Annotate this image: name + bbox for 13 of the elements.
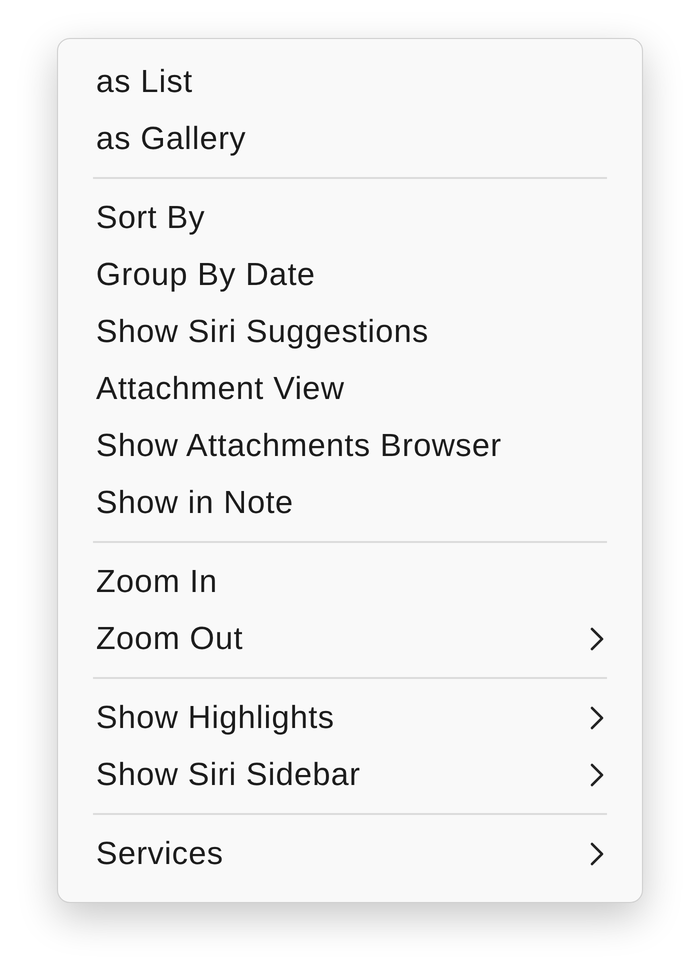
menu-item[interactable]: Group By Date bbox=[96, 246, 606, 303]
menu-item[interactable]: Show Attachments Browser bbox=[96, 417, 606, 474]
menu-item[interactable]: Show Siri Suggestions bbox=[96, 303, 606, 360]
menu-item[interactable]: Attachment View bbox=[96, 360, 606, 417]
menu-item[interactable]: as List bbox=[96, 53, 606, 110]
menu-item[interactable]: Sort By bbox=[96, 189, 606, 246]
menu-item[interactable]: Show in Note bbox=[96, 474, 606, 531]
menu-item[interactable]: Zoom Out bbox=[96, 610, 606, 667]
menu-item[interactable]: Zoom In bbox=[96, 553, 606, 610]
menu-item[interactable]: Show Siri Sidebar bbox=[96, 746, 606, 803]
menu-item[interactable]: Show Highlights bbox=[96, 689, 606, 746]
menu-item[interactable]: as Gallery bbox=[96, 110, 606, 167]
menu-item[interactable]: Services bbox=[96, 825, 606, 882]
